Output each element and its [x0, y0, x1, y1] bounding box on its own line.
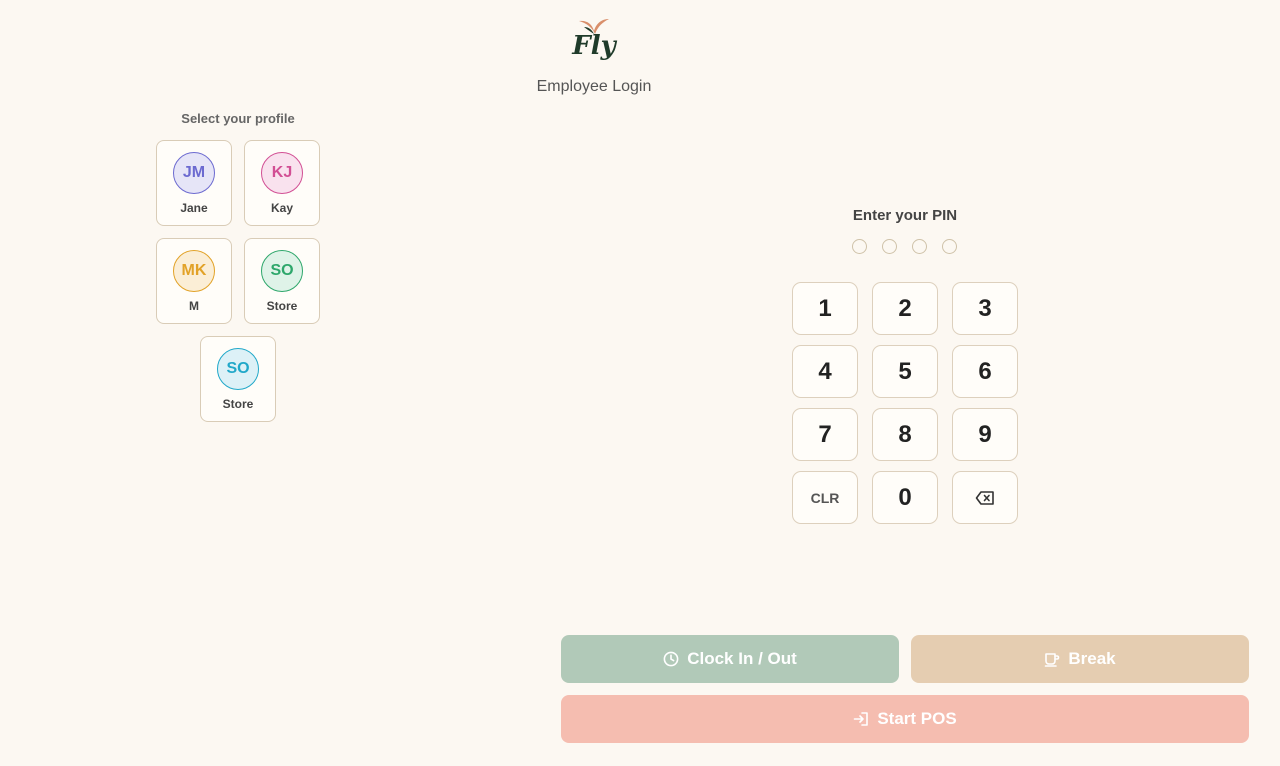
coffee-cup-icon — [1044, 651, 1060, 667]
pin-dot — [912, 239, 927, 254]
profiles-label: Select your profile — [181, 111, 295, 126]
break-label: Break — [1068, 649, 1116, 668]
key-4[interactable]: 4 — [792, 345, 858, 398]
key-3[interactable]: 3 — [952, 282, 1018, 335]
brand-name: Fly — [572, 31, 616, 61]
pin-dot — [852, 239, 867, 254]
key-8[interactable]: 8 — [872, 408, 938, 461]
backspace-button[interactable] — [952, 471, 1018, 524]
start-pos-button[interactable]: Start POS — [561, 695, 1249, 743]
login-icon — [853, 711, 869, 727]
key-1[interactable]: 1 — [792, 282, 858, 335]
avatar: KJ — [261, 152, 303, 194]
employee-login-screen: Fly Employee Login Select your profile J… — [0, 0, 1280, 766]
page-title: Employee Login — [536, 78, 652, 95]
header: Fly Employee Login — [0, 18, 1188, 96]
key-7[interactable]: 7 — [792, 408, 858, 461]
brand-logo: Fly — [572, 18, 616, 74]
pin-label: Enter your PIN — [852, 207, 958, 224]
avatar: MK — [173, 250, 215, 292]
clock-in-out-button[interactable]: Clock In / Out — [561, 635, 899, 683]
pin-indicator — [852, 239, 957, 254]
break-button[interactable]: Break — [911, 635, 1249, 683]
profile-card-kay[interactable]: KJ Kay — [244, 140, 320, 226]
profile-name: M — [189, 299, 199, 313]
key-9[interactable]: 9 — [952, 408, 1018, 461]
clock-in-out-label: Clock In / Out — [687, 649, 797, 668]
avatar-initials: MK — [181, 262, 207, 279]
start-pos-label: Start POS — [877, 709, 957, 728]
avatar-initials: SO — [270, 262, 294, 279]
profile-name: Jane — [180, 201, 208, 215]
avatar-initials: SO — [226, 360, 250, 377]
avatar: SO — [217, 348, 259, 390]
avatar-initials: KJ — [271, 164, 293, 181]
avatar: JM — [173, 152, 215, 194]
key-0[interactable]: 0 — [872, 471, 938, 524]
key-5[interactable]: 5 — [872, 345, 938, 398]
profile-card-m[interactable]: MK M — [156, 238, 232, 324]
pin-dot — [942, 239, 957, 254]
pin-dot — [882, 239, 897, 254]
profile-name: Store — [222, 397, 254, 411]
avatar-initials: JM — [182, 164, 206, 181]
profile-card-store-1[interactable]: SO Store — [244, 238, 320, 324]
avatar: SO — [261, 250, 303, 292]
profile-card-store-2[interactable]: SO Store — [200, 336, 276, 422]
backspace-icon — [975, 490, 994, 505]
clear-button[interactable]: CLR — [792, 471, 858, 524]
profile-name: Kay — [270, 201, 293, 215]
pin-keypad: 1 2 3 4 5 6 7 8 9 CLR 0 — [792, 282, 1018, 524]
profile-card-jane[interactable]: JM Jane — [156, 140, 232, 226]
key-6[interactable]: 6 — [952, 345, 1018, 398]
profile-name: Store — [266, 299, 298, 313]
clock-icon — [663, 651, 679, 667]
key-2[interactable]: 2 — [872, 282, 938, 335]
